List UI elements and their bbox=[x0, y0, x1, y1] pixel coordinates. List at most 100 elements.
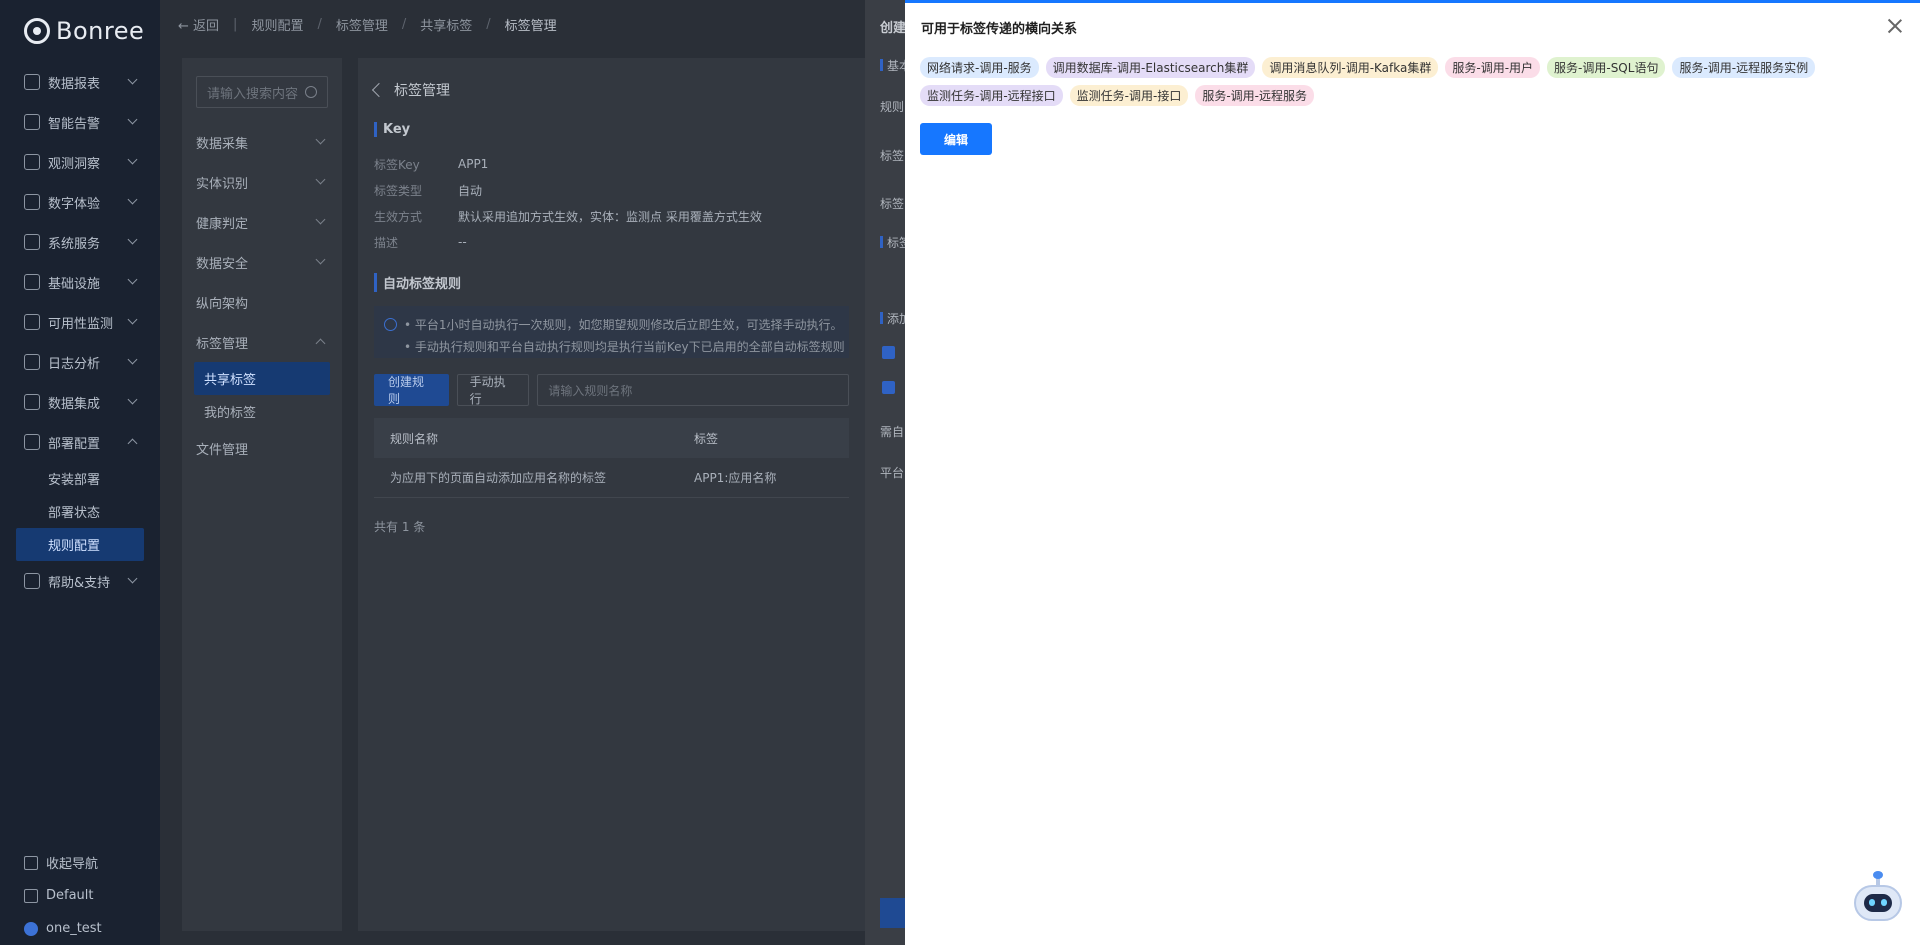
nav-item-availability[interactable]: 可用性监测 bbox=[0, 302, 160, 342]
ai-assistant-robot-icon[interactable] bbox=[1850, 871, 1906, 927]
nav-sub-status[interactable]: 部署状态 bbox=[0, 495, 160, 528]
subnav-item-files[interactable]: 文件管理 bbox=[182, 428, 342, 468]
breadcrumb-item[interactable]: 规则配置 bbox=[251, 15, 303, 34]
nav-item-integration[interactable]: 数据集成 bbox=[0, 382, 160, 422]
robot-head bbox=[1854, 885, 1902, 921]
relation-tag: 服务-调用-用户 bbox=[1445, 57, 1541, 78]
chart-icon bbox=[24, 74, 40, 90]
subnav-item-health[interactable]: 健康判定 bbox=[182, 202, 342, 242]
checkbox-checked[interactable] bbox=[882, 346, 895, 359]
nav-item-reports[interactable]: 数据报表 bbox=[0, 62, 160, 102]
edit-button[interactable]: 编辑 bbox=[920, 123, 992, 155]
create-rule-drawer: 创建 基本 规则 标签 标签 标签 添加 需自 平台 bbox=[865, 0, 905, 945]
subnav-label: 数据采集 bbox=[196, 136, 249, 152]
column-header: 标签 bbox=[694, 431, 719, 446]
checkbox-checked[interactable] bbox=[882, 381, 895, 394]
subnav-label: 纵向架构 bbox=[196, 296, 249, 312]
chevron-down-icon bbox=[127, 114, 138, 125]
breadcrumb-current: 标签管理 bbox=[504, 18, 557, 34]
main-area: ← 返回 | 规则配置 / 标签管理 / 共享标签 / 标签管理 请输入搜索内容… bbox=[160, 0, 865, 945]
breadcrumb-item[interactable]: 标签管理 bbox=[336, 15, 388, 34]
field-label: 描述 bbox=[374, 235, 399, 250]
breadcrumb-separator: / bbox=[486, 16, 491, 32]
chevron-down-icon bbox=[127, 154, 138, 165]
subnav-sub-shared-tags[interactable]: 共享标签 bbox=[194, 362, 330, 395]
chevron-down-icon bbox=[315, 254, 326, 265]
nav-item-infra[interactable]: 基础设施 bbox=[0, 262, 160, 302]
subnav-sub-my-tags[interactable]: 我的标签 bbox=[182, 395, 342, 428]
subnav-label: 健康判定 bbox=[196, 216, 249, 232]
nav-label: 数字体验 bbox=[48, 196, 101, 212]
chevron-down-icon bbox=[315, 214, 326, 225]
subnav-search-input[interactable]: 请输入搜索内容 bbox=[196, 76, 328, 108]
workspace-switcher[interactable]: Default bbox=[0, 879, 160, 912]
collapse-label: 收起导航 bbox=[46, 857, 99, 872]
back-label: 返回 bbox=[193, 18, 220, 34]
manual-run-button[interactable]: 手动执行 bbox=[456, 374, 530, 406]
breadcrumb-separator: / bbox=[401, 16, 407, 32]
subnav-item-security[interactable]: 数据安全 bbox=[182, 242, 342, 282]
nav-label: 日志分析 bbox=[48, 356, 101, 372]
nav-label: 观测洞察 bbox=[48, 156, 101, 172]
subnav-label: 标签管理 bbox=[196, 336, 249, 352]
nav-item-alerts[interactable]: 智能告警 bbox=[0, 102, 160, 142]
nav-label: 基础设施 bbox=[48, 276, 101, 292]
wrench-icon bbox=[24, 434, 40, 450]
relation-tag: 服务-调用-远程服务 bbox=[1195, 85, 1315, 106]
nav-sub-install[interactable]: 安装部署 bbox=[0, 462, 160, 495]
bonree-logo-icon bbox=[24, 18, 50, 44]
user-icon bbox=[24, 194, 40, 210]
monitor-icon bbox=[24, 314, 40, 330]
robot-face bbox=[1864, 894, 1892, 912]
subnav-item-architecture[interactable]: 纵向架构 bbox=[182, 282, 342, 322]
field-label: 规则 bbox=[880, 100, 905, 114]
relation-tag: 调用消息队列-调用-Kafka集群 bbox=[1262, 57, 1439, 78]
subnav-item-tags[interactable]: 标签管理 bbox=[182, 322, 342, 362]
column-header: 规则名称 bbox=[390, 431, 439, 446]
secondary-nav: 请输入搜索内容 数据采集 实体识别 健康判定 数据安全 纵向架构 标签管理 共享… bbox=[182, 58, 342, 931]
relation-tag-list: 网络请求-调用-服务 调用数据库-调用-Elasticsearch集群 调用消息… bbox=[920, 57, 1880, 106]
relation-tag: 监测任务-调用-接口 bbox=[1069, 85, 1189, 106]
nav-item-deploy[interactable]: 部署配置 bbox=[0, 422, 160, 462]
back-arrow-icon[interactable] bbox=[371, 82, 387, 98]
drawer-title: 可用于标签传递的横向关系 bbox=[921, 22, 1078, 37]
confirm-button[interactable] bbox=[880, 898, 905, 928]
back-link[interactable]: ← 返回 bbox=[178, 15, 219, 34]
close-icon[interactable] bbox=[1886, 17, 1904, 35]
subnav-label: 实体识别 bbox=[196, 176, 249, 192]
nav-item-dex[interactable]: 数字体验 bbox=[0, 182, 160, 222]
relation-tag: 调用数据库-调用-Elasticsearch集群 bbox=[1045, 57, 1256, 78]
section-marker bbox=[880, 236, 883, 248]
chevron-down-icon bbox=[127, 234, 138, 245]
notice-line: • 手动执行规则和平台自动执行规则均是执行当前Key下已启用的全部自动标签规则 bbox=[404, 340, 845, 354]
field-row: 生效方式 默认采用追加方式生效，实体：监测点 采用覆盖方式生效 bbox=[374, 203, 849, 229]
nav-sub-rules[interactable]: 规则配置 bbox=[16, 528, 144, 561]
breadcrumb: ← 返回 | 规则配置 / 标签管理 / 共享标签 / 标签管理 bbox=[160, 0, 865, 48]
user-menu[interactable]: one_test bbox=[0, 912, 160, 945]
nav-item-services[interactable]: 系统服务 bbox=[0, 222, 160, 262]
page-title-text: 标签管理 bbox=[394, 83, 450, 99]
relation-tag: 服务-调用-远程服务实例 bbox=[1672, 57, 1816, 78]
subnav-item-entity[interactable]: 实体识别 bbox=[182, 162, 342, 202]
rule-search-input[interactable]: 请输入规则名称 bbox=[537, 374, 849, 406]
subnav-item-collection[interactable]: 数据采集 bbox=[182, 122, 342, 162]
section-marker bbox=[880, 59, 883, 71]
create-rule-button[interactable]: 创建规则 bbox=[374, 374, 449, 406]
breadcrumb-item[interactable]: 共享标签 bbox=[420, 15, 472, 34]
collapse-nav-button[interactable]: 收起导航 bbox=[0, 846, 160, 879]
field-label: 标签类型 bbox=[374, 183, 423, 198]
table-row[interactable]: 为应用下的页面自动添加应用名称的标签 APP1:应用名称 bbox=[374, 458, 849, 498]
chevron-down-icon bbox=[127, 314, 138, 325]
brand-logo[interactable]: Bonree bbox=[0, 0, 160, 62]
relation-tag: 服务-调用-SQL语句 bbox=[1547, 57, 1666, 78]
chevron-down-icon bbox=[127, 354, 138, 365]
server-icon bbox=[24, 234, 40, 250]
nav-item-logs[interactable]: 日志分析 bbox=[0, 342, 160, 382]
relation-tag: 网络请求-调用-服务 bbox=[920, 57, 1039, 78]
left-nav: Bonree 数据报表 智能告警 观测洞察 数字体验 系统服务 基础设施 可用性… bbox=[0, 0, 160, 945]
nav-item-insight[interactable]: 观测洞察 bbox=[0, 142, 160, 182]
nav-item-help[interactable]: 帮助&支持 bbox=[0, 561, 160, 601]
chevron-down-icon bbox=[127, 194, 138, 205]
help-icon bbox=[24, 573, 40, 589]
eye-icon bbox=[24, 154, 40, 170]
